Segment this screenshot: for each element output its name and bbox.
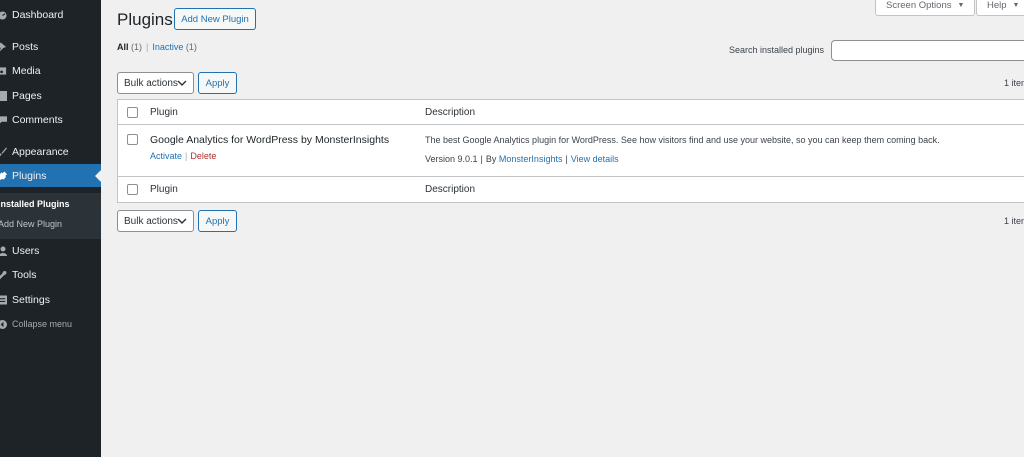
sidebar-item-label: Users — [12, 245, 40, 257]
sidebar-item-label: Posts — [12, 41, 39, 53]
plugin-row-checkbox[interactable] — [127, 134, 138, 145]
filter-inactive[interactable]: Inactive — [152, 42, 183, 52]
action-separator: | — [185, 151, 188, 161]
sidebar-item-dashboard[interactable]: Dashboard — [0, 5, 101, 25]
collapse-menu-label: Collapse menu — [12, 319, 73, 329]
column-header-description: Description — [425, 107, 476, 118]
bulk-actions-select-bottom[interactable]: Bulk actions — [117, 210, 194, 232]
activate-link[interactable]: Activate — [150, 151, 182, 161]
sidebar-item-label: Settings — [12, 294, 50, 306]
sidebar-item-comments[interactable]: Comments — [0, 110, 101, 130]
sidebar-item-media[interactable]: Media — [0, 61, 101, 81]
plugins-submenu: Installed Plugins Add New Plugin — [0, 193, 101, 239]
select-all-checkbox[interactable] — [127, 107, 138, 118]
screen-options-label: Screen Options — [886, 0, 952, 11]
filter-all[interactable]: All — [117, 42, 129, 52]
filter-inactive-count: (1) — [185, 42, 197, 52]
user-icon — [0, 245, 7, 257]
admin-sidebar: Dashboard Posts Media Pages Comments App… — [0, 0, 101, 457]
sidebar-item-settings[interactable]: Settings — [0, 290, 101, 310]
plugin-description: The best Google Analytics plugin for Wor… — [425, 135, 940, 145]
select-all-checkbox-footer[interactable] — [127, 184, 138, 195]
plugin-status-filters: All (1) | Inactive (1) — [117, 42, 197, 52]
plugin-by: By — [485, 154, 497, 164]
collapse-icon — [0, 318, 7, 330]
settings-icon — [0, 294, 7, 306]
meta-separator: | — [565, 154, 568, 164]
add-new-plugin-button[interactable]: Add New Plugin — [174, 8, 256, 30]
screen-options-button[interactable]: Screen Options ▼ — [875, 0, 976, 16]
caret-down-icon: ▼ — [1012, 2, 1020, 9]
comment-icon — [0, 114, 7, 126]
help-button[interactable]: Help ▼ — [976, 0, 1024, 16]
row-actions: Activate | Delete — [150, 151, 216, 161]
search-input[interactable] — [831, 40, 1024, 61]
filter-separator: | — [146, 42, 149, 52]
column-footer-description: Description — [425, 184, 476, 195]
page-icon — [0, 90, 7, 102]
view-details-link[interactable]: View details — [571, 154, 619, 164]
submenu-add-new-plugin[interactable]: Add New Plugin — [0, 219, 62, 229]
bulk-actions-label: Bulk actions — [124, 215, 178, 227]
plugin-icon — [0, 170, 7, 182]
apply-button[interactable]: Apply — [198, 72, 237, 94]
delete-link[interactable]: Delete — [190, 151, 216, 161]
page-title: Plugins — [117, 10, 173, 29]
items-count: 1 item — [1004, 78, 1024, 88]
brush-icon — [0, 146, 7, 158]
header-divider — [118, 124, 1024, 125]
dashboard-icon — [0, 9, 7, 21]
media-icon — [0, 65, 7, 77]
apply-button-bottom[interactable]: Apply — [198, 210, 237, 232]
footer-divider — [118, 176, 1024, 177]
plugin-author-link[interactable]: MonsterInsights — [499, 154, 563, 164]
sidebar-item-tools[interactable]: Tools — [0, 265, 101, 285]
chevron-down-icon — [177, 218, 187, 224]
sidebar-item-label: Media — [12, 65, 41, 77]
column-footer-plugin[interactable]: Plugin — [150, 184, 178, 195]
sidebar-item-pages[interactable]: Pages — [0, 86, 101, 106]
help-label: Help — [987, 0, 1007, 11]
search-label: Search installed plugins — [729, 45, 825, 55]
collapse-menu-button[interactable]: Collapse menu — [0, 314, 101, 334]
items-count-bottom: 1 item — [1004, 216, 1024, 226]
plugins-table: Plugin Description Google Analytics for … — [117, 99, 1024, 203]
sidebar-item-users[interactable]: Users — [0, 241, 101, 261]
sidebar-item-label: Plugins — [12, 169, 47, 182]
sidebar-item-label: Pages — [12, 90, 42, 102]
plugin-meta: Version 9.0.1 | By MonsterInsights | View de… — [425, 154, 619, 164]
plugin-name: Google Analytics for WordPress by Monste… — [150, 134, 390, 146]
sidebar-item-appearance[interactable]: Appearance — [0, 142, 101, 162]
meta-separator: | — [480, 154, 483, 164]
plugin-version: Version 9.0.1 — [425, 154, 478, 164]
caret-down-icon: ▼ — [957, 2, 965, 9]
sidebar-item-label: Comments — [12, 114, 63, 126]
sidebar-item-label: Appearance — [12, 146, 69, 158]
bulk-actions-select[interactable]: Bulk actions — [117, 72, 194, 94]
sidebar-item-plugins[interactable]: Plugins — [0, 164, 101, 187]
sidebar-item-posts[interactable]: Posts — [0, 37, 101, 57]
sidebar-item-label: Tools — [12, 269, 37, 281]
sidebar-item-label: Dashboard — [12, 9, 64, 21]
filter-all-count: (1) — [131, 42, 143, 52]
submenu-installed-plugins[interactable]: Installed Plugins — [0, 199, 70, 209]
bulk-actions-label: Bulk actions — [124, 77, 178, 89]
chevron-down-icon — [177, 80, 187, 86]
wrench-icon — [0, 269, 7, 281]
column-header-plugin[interactable]: Plugin — [150, 107, 178, 118]
pin-icon — [0, 41, 7, 53]
